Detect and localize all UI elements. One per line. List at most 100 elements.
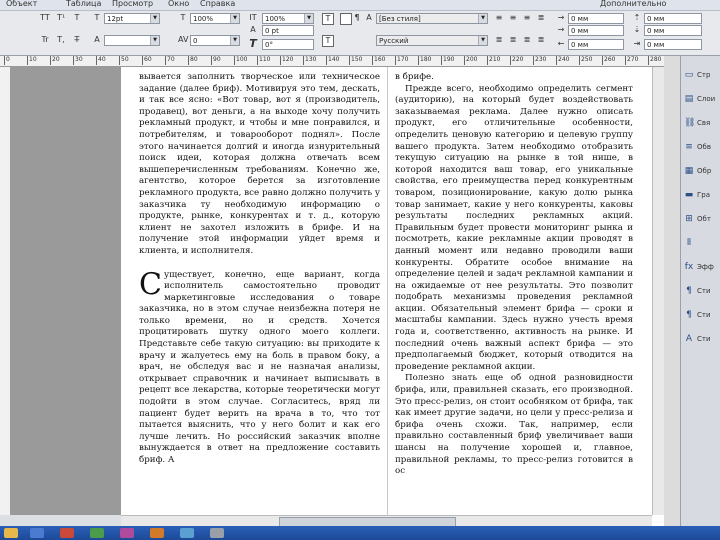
last-line-indent-field[interactable]: 0 мм <box>644 39 702 50</box>
drop-cap: С <box>139 266 162 302</box>
font-size-field[interactable]: 12pt ▼ <box>104 13 160 24</box>
panel-tab[interactable]: ¶ Сти <box>684 306 720 326</box>
paragraph: вывается заполнить творческое или технич… <box>139 72 380 256</box>
leading-field[interactable]: ▼ <box>104 35 160 46</box>
ruler-tick-label: 10 <box>27 56 37 65</box>
panel-tab[interactable]: ▤ Слои <box>684 90 720 110</box>
checkbox-icon[interactable] <box>340 13 352 25</box>
panel-tab-label: Свя <box>697 119 711 127</box>
workspace-menu[interactable]: Дополнительно <box>600 0 666 8</box>
panel-tab[interactable]: ⊞ Обт <box>684 210 720 230</box>
space-before-field[interactable]: 0 мм <box>644 13 702 24</box>
app-icon[interactable] <box>180 528 194 538</box>
vertical-scale-icon: IT <box>249 13 257 22</box>
char-style-icon: A <box>366 13 372 22</box>
layers-icon: ▤ <box>684 94 694 104</box>
justify-all-icon[interactable]: ≣ <box>522 35 532 45</box>
ruler-tick-label: 200 <box>464 56 478 65</box>
panel-tab[interactable]: ▬ Гра <box>684 186 720 206</box>
superscript-icon[interactable]: T¹ <box>56 13 66 23</box>
menu-window[interactable]: Окно <box>168 0 189 8</box>
panel-tab-label: Гра <box>697 191 711 199</box>
app-icon[interactable] <box>60 528 74 538</box>
panel-dock: ▭ Стр ▤ Слои ⛓ Свя ≡ Обв ▦ Обр ▬ Гра ⊞ Обт ⫴ fx Эфф ¶ Сти ¶… <box>680 56 720 526</box>
menu-object[interactable]: Объект <box>6 0 37 8</box>
baseline-shift-field[interactable]: 0 pt <box>262 25 314 36</box>
space-after-field[interactable]: 0 мм <box>644 25 702 36</box>
horizontal-scale-field[interactable]: 100% ▼ <box>190 13 240 24</box>
align-center-icon[interactable]: ≡ <box>508 13 518 23</box>
ruler-tick-label: 80 <box>188 56 198 65</box>
gradient-icon: ▬ <box>684 190 694 200</box>
app-icon[interactable] <box>150 528 164 538</box>
start-icon[interactable] <box>4 528 18 538</box>
panel-tab[interactable]: ⛓ Свя <box>684 114 720 134</box>
align-spine-icon[interactable]: ≣ <box>536 35 546 45</box>
document-page[interactable]: вывается заполнить творческое или технич… <box>121 67 650 515</box>
pasteboard <box>11 67 121 515</box>
ruler-tick-label: 150 <box>349 56 363 65</box>
small-caps-icon[interactable]: Tr <box>40 35 50 45</box>
align-right-icon[interactable]: ≡ <box>522 13 532 23</box>
fill-swatch-icon[interactable]: T <box>322 13 334 25</box>
column-guide <box>387 67 388 515</box>
app-icon[interactable] <box>120 528 134 538</box>
ruler-tick-label: 110 <box>257 56 271 65</box>
ruler-tick-label: 140 <box>326 56 340 65</box>
menu-table[interactable]: Таблица <box>66 0 101 8</box>
first-line-indent-field[interactable]: 0 мм <box>568 25 624 36</box>
text-column-left[interactable]: вывается заполнить творческое или технич… <box>139 72 380 467</box>
stroke-swatch-icon[interactable]: T <box>322 35 334 47</box>
ruler-tick-label: 40 <box>96 56 106 65</box>
ruler-tick-label: 170 <box>395 56 409 65</box>
justify-left-icon[interactable]: ≣ <box>536 13 546 23</box>
panel-tab[interactable]: ▦ Обр <box>684 162 720 182</box>
panel-tab[interactable]: ▭ Стр <box>684 66 720 86</box>
ruler-tick-label: 90 <box>211 56 221 65</box>
app-icon[interactable] <box>210 528 224 538</box>
taskbar <box>0 526 720 540</box>
vertical-scale-field[interactable]: 100% ▼ <box>262 13 314 24</box>
ruler-tick-label: 180 <box>418 56 432 65</box>
ruler-tick-label: 100 <box>234 56 248 65</box>
align-left-icon[interactable]: ≡ <box>494 13 504 23</box>
panel-dock-gutter <box>664 56 680 526</box>
justify-center-icon[interactable]: ≣ <box>494 35 504 45</box>
char-style-select[interactable]: [Без стиля] ▼ <box>376 13 488 24</box>
menu-bar: Объект Таблица Просмотр Окно Справка Доп… <box>0 0 720 11</box>
ruler-tick-label: 160 <box>372 56 386 65</box>
vertical-ruler[interactable] <box>0 67 11 515</box>
all-caps-icon[interactable]: TT <box>40 13 50 23</box>
app-icon[interactable] <box>90 528 104 538</box>
paragraph: Прежде всего, необходимо определить сегм… <box>395 83 633 372</box>
ruler-tick-label: 0 <box>4 56 10 65</box>
menu-view[interactable]: Просмотр <box>112 0 153 8</box>
text-column-right[interactable]: в брифе. Прежде всего, необходимо опреде… <box>395 72 633 478</box>
horizontal-ruler[interactable]: 0 10 20 30 40 50 60 70 80 90 100 110 120 130 140 150 160… <box>0 56 680 67</box>
panel-tab[interactable]: A Сти <box>684 330 720 350</box>
font-size-icon: T <box>94 13 100 22</box>
ruler-tick-label: 50 <box>119 56 129 65</box>
ruler-tick-label: 230 <box>533 56 547 65</box>
menu-help[interactable]: Справка <box>200 0 235 8</box>
panel-tab[interactable]: fx Эфф <box>684 258 720 278</box>
right-indent-field[interactable]: 0 мм <box>568 39 624 50</box>
paragraph-with-dropcap: Существует, конечно, еще вариант, когда … <box>139 266 380 465</box>
language-select[interactable]: Русский ▼ <box>376 35 488 46</box>
subscript-icon[interactable]: T, <box>56 35 66 45</box>
app-icon[interactable] <box>30 528 44 538</box>
strikethrough-icon[interactable]: T̶ <box>72 35 82 45</box>
space-before-icon: ⇡ <box>633 13 641 22</box>
underline-icon[interactable]: T <box>72 13 82 23</box>
tracking-field[interactable]: 0 ▼ <box>190 35 240 46</box>
justify-right-icon[interactable]: ≣ <box>508 35 518 45</box>
left-indent-field[interactable]: 0 мм <box>568 13 624 24</box>
panel-tab[interactable]: ⫴ <box>684 234 720 254</box>
pages-icon: ▭ <box>684 70 694 80</box>
effects-icon: fx <box>684 262 694 272</box>
panel-tab[interactable]: ¶ Сти <box>684 282 720 302</box>
panel-tab[interactable]: ≡ Обв <box>684 138 720 158</box>
stroke-icon: ≡ <box>685 142 693 152</box>
left-indent-icon: → <box>557 13 565 22</box>
skew-field[interactable]: 0° <box>262 39 314 50</box>
